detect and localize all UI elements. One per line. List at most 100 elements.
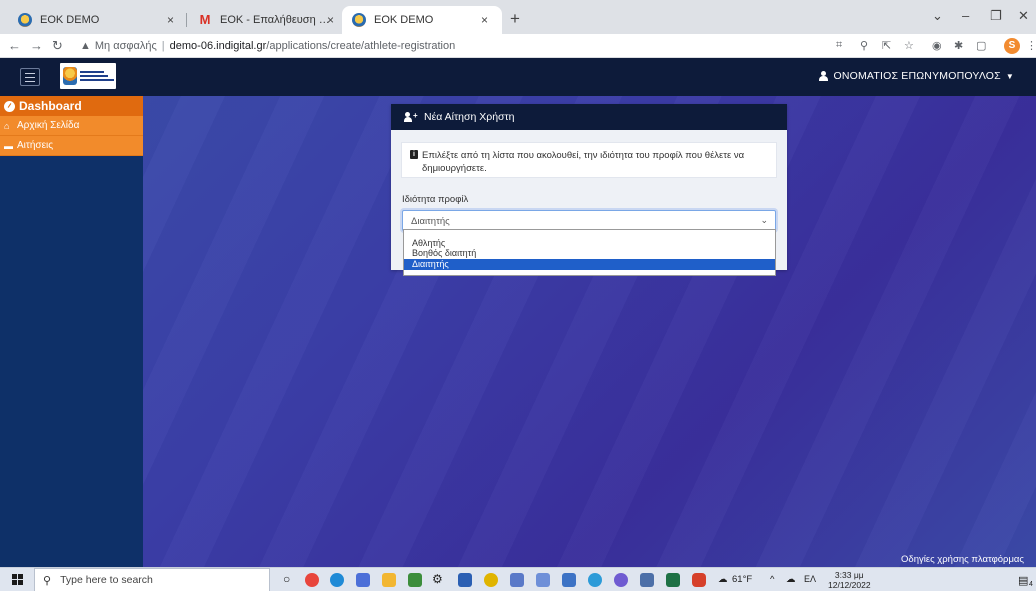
new-tab-button[interactable]: +	[510, 9, 520, 29]
browser-tab[interactable]: M EOK - Επαλήθευση email χρήστη ×	[188, 6, 344, 34]
separator: |	[161, 40, 165, 52]
security-label: Μη ασφαλής	[94, 40, 157, 52]
profile-avatar[interactable]: S	[1004, 38, 1020, 54]
edge-icon[interactable]	[330, 573, 344, 587]
taskbar-search-input[interactable]: ⚲ Type here to search	[34, 568, 270, 591]
close-icon[interactable]: ×	[481, 13, 488, 27]
browser-tab[interactable]: EOK DEMO ×	[8, 6, 184, 34]
profile-role-label: Ιδιότητα προφίλ	[402, 194, 469, 205]
notepad-icon[interactable]	[408, 573, 422, 587]
url-domain: demo-06.indigital.gr	[169, 40, 267, 52]
weather-temp[interactable]: 61°F	[732, 574, 752, 585]
search-placeholder: Type here to search	[60, 574, 153, 586]
app-icon[interactable]	[484, 573, 498, 587]
app-icon[interactable]	[510, 573, 524, 587]
zoom-icon[interactable]: ⚲	[860, 39, 868, 52]
minimize-icon[interactable]: –	[962, 8, 969, 23]
info-message: i Επιλέξτε από τη λίστα που ακολουθεί, τ…	[401, 142, 777, 178]
restore-icon[interactable]: ❐	[990, 8, 1002, 24]
sidebar-item-applications[interactable]: ▬ Αιτήσεις	[0, 136, 143, 156]
share-icon[interactable]: ⇱	[882, 39, 891, 52]
file-explorer-icon[interactable]	[382, 573, 396, 587]
windows-start-icon[interactable]	[12, 574, 23, 585]
people-icon[interactable]	[356, 573, 370, 587]
weather-cloud-icon[interactable]: ☁	[718, 574, 728, 585]
card-header: + Νέα Αίτηση Χρήστη	[391, 104, 787, 130]
browser-toolbar: ← → ↻ ▲ Μη ασφαλής | demo-06.indigital.g…	[0, 34, 1036, 58]
caret-down-icon: ▼	[1005, 71, 1014, 81]
settings-gear-icon[interactable]: ⚙	[432, 572, 443, 586]
sidebar-item-home[interactable]: ⌂ Αρχική Σελίδα	[0, 116, 143, 136]
info-text: Επιλέξτε από τη λίστα που ακολουθεί, την…	[422, 150, 745, 174]
app-icon[interactable]	[640, 573, 654, 587]
forward-icon[interactable]: →	[30, 38, 43, 53]
clock-date: 12/12/2022	[828, 580, 871, 590]
folder-icon: ▬	[4, 140, 13, 151]
extension-icon[interactable]: ◉	[932, 39, 942, 52]
chevron-up-icon[interactable]: ^	[770, 574, 774, 585]
card-title: Νέα Αίτηση Χρήστη	[424, 111, 515, 123]
browser-tab-active[interactable]: EOK DEMO ×	[342, 6, 502, 34]
platform-guide-link[interactable]: Οδηγίες χρήσης πλατφόρμας	[901, 554, 1024, 565]
tab-title: EOK DEMO	[40, 14, 100, 26]
sidebar-header-label: Dashboard	[19, 99, 82, 113]
logo-emblem-icon	[63, 67, 77, 85]
chevron-down-icon[interactable]: ⌄	[932, 8, 943, 24]
tab-title: EOK - Επαλήθευση email χρήστη	[220, 14, 332, 26]
sidebar: Dashboard ⌂ Αρχική Σελίδα ▬ Αιτήσεις	[0, 96, 143, 567]
add-user-icon: +	[404, 111, 418, 122]
cortana-icon[interactable]: ○	[283, 572, 290, 586]
top-navbar: ΟΝΟΜΑΤΙΟΣ ΕΠΩΝΥΜΟΠΟΥΛΟΣ ▼	[0, 58, 1036, 96]
eok-icon	[352, 13, 366, 27]
sidebar-item-label: Αρχική Σελίδα	[17, 120, 80, 131]
chevron-down-icon: ⌄	[760, 215, 768, 225]
profile-role-select[interactable]: Διαιτητής ⌄	[402, 210, 776, 231]
info-icon: i	[410, 150, 418, 159]
sidebar-item-label: Αιτήσεις	[17, 140, 54, 151]
taskbar-clock[interactable]: 3:33 μμ 12/12/2022	[828, 570, 871, 590]
gmail-icon: M	[199, 12, 211, 27]
logo-wordmark	[80, 71, 114, 81]
app-viewport: ΟΝΟΜΑΤΙΟΣ ΕΠΩΝΥΜΟΠΟΥΛΟΣ ▼ Dashboard ⌂ Αρ…	[0, 58, 1036, 567]
app-icon[interactable]	[588, 573, 602, 587]
hamburger-menu-button[interactable]	[20, 68, 40, 86]
option-assistant-referee[interactable]: Βοηθός διαιτητή	[404, 248, 775, 259]
sidepanel-icon[interactable]: ▢	[976, 39, 986, 52]
back-icon[interactable]: ←	[8, 38, 21, 53]
tab-title: EOK DEMO	[374, 14, 434, 26]
translate-icon[interactable]: ⌗	[836, 39, 842, 52]
profile-role-options: Αθλητής Βοηθός διαιτητή Διαιτητής	[403, 229, 776, 276]
user-icon	[819, 71, 829, 81]
notifications-icon[interactable]: ▤	[1018, 574, 1028, 587]
dashboard-gauge-icon	[4, 100, 15, 112]
eok-icon	[18, 13, 32, 27]
close-icon[interactable]: ×	[327, 13, 334, 27]
federation-logo[interactable]	[60, 63, 116, 89]
brave-icon[interactable]	[692, 573, 706, 587]
bookmark-star-icon[interactable]: ☆	[904, 39, 914, 52]
menu-kebab-icon[interactable]: ⋮	[1026, 39, 1036, 52]
windows-taskbar: ⚲ Type here to search ○ ⚙ ☁ 61°F ^ ☁ ΕΛ …	[0, 567, 1036, 591]
reload-icon[interactable]: ↻	[52, 38, 63, 54]
warning-icon[interactable]: ▲	[80, 40, 91, 52]
puzzle-icon[interactable]: ✱	[954, 39, 963, 52]
browser-tab-strip: EOK DEMO × M EOK - Επαλήθευση email χρήσ…	[0, 0, 1036, 34]
user-name: ΟΝΟΜΑΤΙΟΣ ΕΠΩΝΥΜΟΠΟΥΛΟΣ	[833, 70, 1001, 82]
outlook-icon[interactable]	[562, 573, 576, 587]
option-referee[interactable]: Διαιτητής	[404, 259, 775, 270]
close-window-icon[interactable]: ✕	[1018, 8, 1029, 24]
user-menu-dropdown[interactable]: ΟΝΟΜΑΤΙΟΣ ΕΠΩΝΥΜΟΠΟΥΛΟΣ ▼	[819, 70, 1014, 82]
address-bar[interactable]: ▲ Μη ασφαλής | demo-06.indigital.gr /app…	[80, 36, 455, 56]
excel-icon[interactable]	[666, 573, 680, 587]
chrome-icon[interactable]	[305, 573, 319, 587]
app-icon[interactable]	[536, 573, 550, 587]
viber-icon[interactable]	[614, 573, 628, 587]
close-icon[interactable]: ×	[167, 13, 174, 27]
language-indicator[interactable]: ΕΛ	[804, 574, 816, 584]
sidebar-header-dashboard[interactable]: Dashboard	[0, 96, 143, 116]
tab-separator	[186, 13, 187, 27]
onedrive-cloud-icon[interactable]: ☁	[786, 574, 796, 585]
word-icon[interactable]	[458, 573, 472, 587]
select-value: Διαιτητής	[411, 216, 450, 227]
search-icon: ⚲	[43, 574, 52, 587]
